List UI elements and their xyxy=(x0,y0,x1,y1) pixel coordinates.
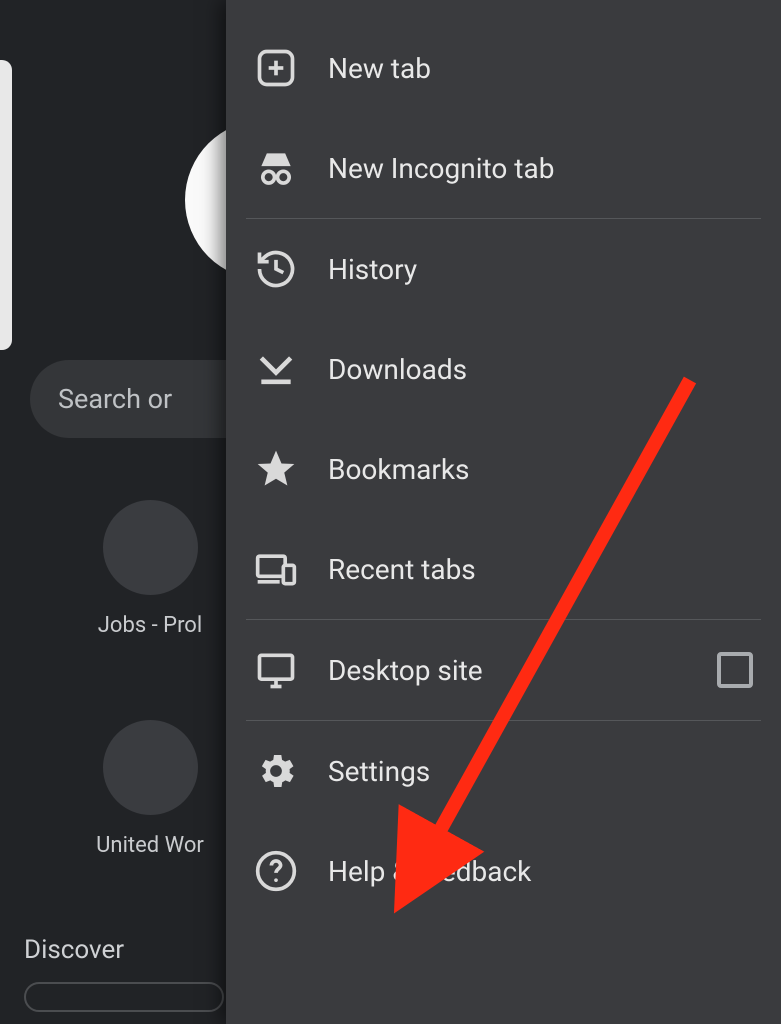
menu-item-help-feedback[interactable]: Help & feedback xyxy=(226,821,781,921)
menu-item-label: Bookmarks xyxy=(328,453,470,486)
help-icon xyxy=(254,849,298,893)
shortcut-favicon-circle xyxy=(103,720,198,815)
shortcut-label: Jobs - Prol xyxy=(75,613,225,638)
menu-item-bookmarks[interactable]: Bookmarks xyxy=(226,419,781,519)
gear-icon xyxy=(254,749,298,793)
desktop-icon xyxy=(254,648,298,692)
desktop-site-checkbox[interactable] xyxy=(717,652,753,688)
menu-item-label: Desktop site xyxy=(328,654,483,687)
plus-square-icon xyxy=(254,46,298,90)
menu-item-history[interactable]: History xyxy=(226,219,781,319)
overflow-menu: New tab New Incognito tab History xyxy=(226,0,781,1024)
menu-item-label: History xyxy=(328,253,417,286)
menu-item-new-incognito-tab[interactable]: New Incognito tab xyxy=(226,118,781,218)
shortcut-tile-2[interactable]: United Wor xyxy=(75,720,225,858)
star-icon xyxy=(254,447,298,491)
menu-item-settings[interactable]: Settings xyxy=(226,721,781,821)
search-placeholder-text: Search or xyxy=(58,383,172,415)
left-edge-strip xyxy=(0,60,12,350)
shortcut-tile-1[interactable]: Jobs - Prol xyxy=(75,500,225,638)
shortcut-label: United Wor xyxy=(75,833,225,858)
menu-item-label: New tab xyxy=(328,52,431,85)
menu-item-new-tab[interactable]: New tab xyxy=(226,18,781,118)
history-icon xyxy=(254,247,298,291)
menu-item-label: Downloads xyxy=(328,353,467,386)
discover-heading: Discover xyxy=(24,935,124,965)
menu-item-desktop-site[interactable]: Desktop site xyxy=(226,620,781,720)
menu-item-label: Recent tabs xyxy=(328,553,476,586)
discover-card[interactable] xyxy=(24,982,224,1012)
menu-item-label: Settings xyxy=(328,755,430,788)
menu-item-label: Help & feedback xyxy=(328,855,531,888)
shortcut-favicon-circle xyxy=(103,500,198,595)
devices-icon xyxy=(254,547,298,591)
menu-item-label: New Incognito tab xyxy=(328,152,554,185)
menu-item-downloads[interactable]: Downloads xyxy=(226,319,781,419)
download-icon xyxy=(254,347,298,391)
menu-item-recent-tabs[interactable]: Recent tabs xyxy=(226,519,781,619)
incognito-icon xyxy=(254,146,298,190)
